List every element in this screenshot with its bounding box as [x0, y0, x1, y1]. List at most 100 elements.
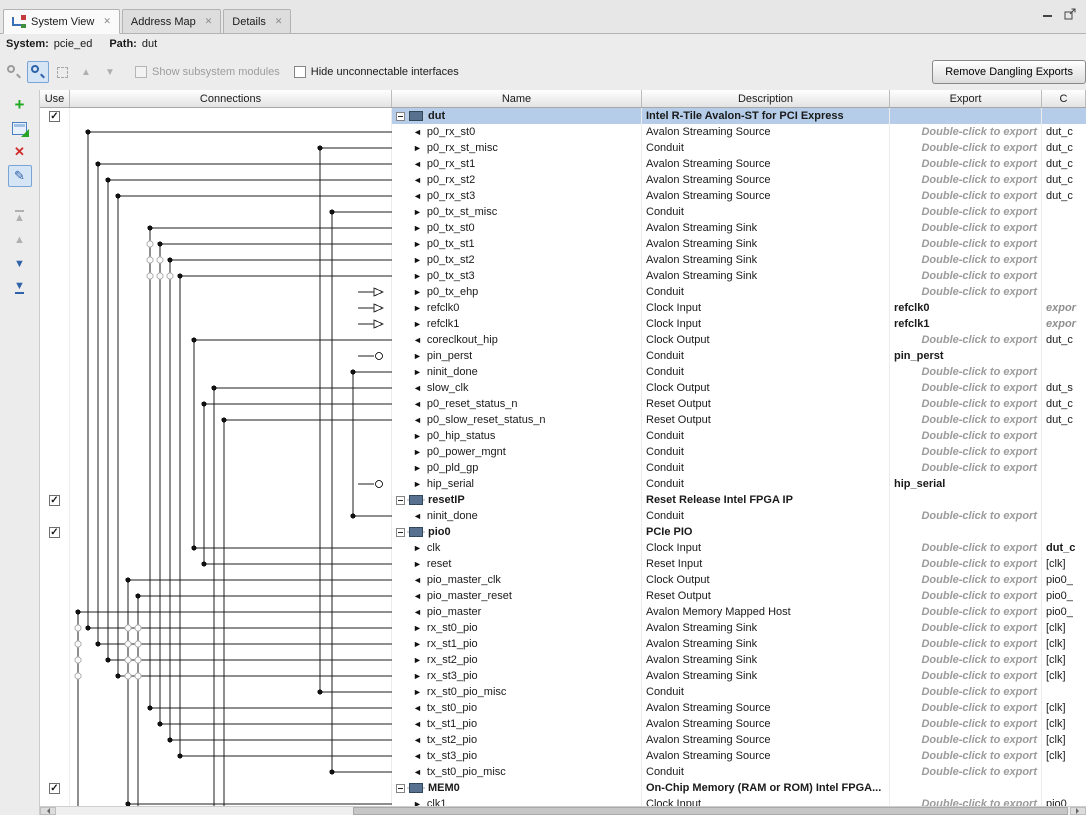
table-row[interactable]: ►clk1Clock InputDouble-click to exportpi… — [40, 796, 1086, 806]
table-row[interactable]: ►p0_tx_st3Avalon Streaming SinkDouble-cl… — [40, 268, 1086, 284]
table-row[interactable]: ✓MEM0On-Chip Memory (RAM or ROM) Intel F… — [40, 780, 1086, 796]
table-row[interactable]: ◄tx_st1_pioAvalon Streaming SourceDouble… — [40, 716, 1086, 732]
tab-close-icon[interactable]: ✕ — [103, 16, 111, 27]
export-placeholder[interactable]: Double-click to export — [890, 236, 1042, 252]
table-row[interactable]: ◄ninit_doneConduitDouble-click to export — [40, 508, 1086, 524]
use-checkbox[interactable]: ✓ — [49, 527, 60, 538]
export-placeholder[interactable]: Double-click to export — [890, 428, 1042, 444]
clock-domain-cell[interactable]: [clk] — [1042, 732, 1086, 748]
table-row[interactable]: ◄tx_st0_pioAvalon Streaming SourceDouble… — [40, 700, 1086, 716]
table-row[interactable]: ◄p0_rx_st0Avalon Streaming SourceDouble-… — [40, 124, 1086, 140]
add-component-icon[interactable]: + — [8, 93, 32, 115]
clock-domain-cell[interactable]: dut_c — [1042, 412, 1086, 428]
export-placeholder[interactable]: Double-click to export — [890, 636, 1042, 652]
clock-domain-cell[interactable]: [clk] — [1042, 652, 1086, 668]
table-row[interactable]: ✓resetIPReset Release Intel FPGA IP — [40, 492, 1086, 508]
export-placeholder[interactable]: Double-click to export — [890, 396, 1042, 412]
scroll-left-icon[interactable] — [40, 807, 56, 815]
clock-domain-cell[interactable]: [clk] — [1042, 620, 1086, 636]
export-placeholder[interactable]: Double-click to export — [890, 588, 1042, 604]
clock-domain-cell[interactable]: dut_c — [1042, 140, 1086, 156]
export-placeholder[interactable]: Double-click to export — [890, 156, 1042, 172]
scroll-right-icon[interactable] — [1070, 807, 1086, 815]
remove-icon[interactable]: ✕ — [8, 141, 32, 163]
table-row[interactable]: ►clkClock InputDouble-click to exportdut… — [40, 540, 1086, 556]
collapse-icon[interactable] — [396, 528, 405, 537]
hide-unconnectable-option[interactable]: Hide unconnectable interfaces — [294, 66, 459, 78]
table-row[interactable]: ◄p0_rx_st3Avalon Streaming SourceDouble-… — [40, 188, 1086, 204]
export-placeholder[interactable]: Double-click to export — [890, 460, 1042, 476]
tab-system-view[interactable]: System View ✕ — [3, 9, 120, 34]
table-row[interactable]: ►rx_st0_pioAvalon Streaming SinkDouble-c… — [40, 620, 1086, 636]
table-row[interactable]: ►rx_st0_pio_miscConduitDouble-click to e… — [40, 684, 1086, 700]
column-header-use[interactable]: Use — [40, 90, 70, 107]
table-row[interactable]: ◄p0_rx_st2Avalon Streaming SourceDouble-… — [40, 172, 1086, 188]
clock-domain-cell[interactable]: pio0_ — [1042, 604, 1086, 620]
export-placeholder[interactable]: Double-click to export — [890, 188, 1042, 204]
table-row[interactable]: ►p0_tx_st2Avalon Streaming SinkDouble-cl… — [40, 252, 1086, 268]
table-row[interactable]: ►p0_hip_statusConduitDouble-click to exp… — [40, 428, 1086, 444]
clock-domain-cell[interactable]: pio0_ — [1042, 588, 1086, 604]
clock-domain-cell[interactable]: dut_s — [1042, 380, 1086, 396]
table-row[interactable]: ►p0_tx_st_miscConduitDouble-click to exp… — [40, 204, 1086, 220]
zoom-in-icon[interactable] — [27, 61, 49, 83]
export-value[interactable]: refclk1 — [890, 316, 1042, 332]
export-value[interactable]: pin_perst — [890, 348, 1042, 364]
column-header-export[interactable]: Export — [890, 90, 1042, 107]
export-placeholder[interactable]: Double-click to export — [890, 668, 1042, 684]
horizontal-scrollbar[interactable] — [40, 806, 1086, 815]
table-row[interactable]: ►rx_st1_pioAvalon Streaming SinkDouble-c… — [40, 636, 1086, 652]
export-value[interactable]: hip_serial — [890, 476, 1042, 492]
export-placeholder[interactable]: Double-click to export — [890, 380, 1042, 396]
table-row[interactable]: ◄tx_st3_pioAvalon Streaming SourceDouble… — [40, 748, 1086, 764]
table-row[interactable]: ◄tx_st0_pio_miscConduitDouble-click to e… — [40, 764, 1086, 780]
clock-domain-cell[interactable]: pio0_ — [1042, 796, 1086, 806]
export-value[interactable]: refclk0 — [890, 300, 1042, 316]
zoom-fit-icon[interactable] — [51, 61, 73, 83]
export-placeholder[interactable]: Double-click to export — [890, 572, 1042, 588]
use-checkbox[interactable]: ✓ — [49, 495, 60, 506]
hide-unconnectable-checkbox[interactable] — [294, 66, 306, 78]
table-row[interactable]: ◄slow_clkClock OutputDouble-click to exp… — [40, 380, 1086, 396]
expand-all-icon[interactable]: ▼ — [99, 61, 121, 83]
collapse-icon[interactable] — [396, 784, 405, 793]
column-header-description[interactable]: Description — [642, 90, 890, 107]
table-row[interactable]: ◄p0_slow_reset_status_nReset OutputDoubl… — [40, 412, 1086, 428]
table-row[interactable]: ◄pio_master_resetReset OutputDouble-clic… — [40, 588, 1086, 604]
table-row[interactable]: ►hip_serialConduithip_serial — [40, 476, 1086, 492]
export-placeholder[interactable]: Double-click to export — [890, 796, 1042, 806]
tab-address-map[interactable]: Address Map ✕ — [122, 9, 221, 33]
export-placeholder[interactable]: Double-click to export — [890, 412, 1042, 428]
zoom-out-icon[interactable] — [3, 61, 25, 83]
table-row[interactable]: ►ninit_doneConduitDouble-click to export — [40, 364, 1086, 380]
table-row[interactable]: ◄pio_masterAvalon Memory Mapped HostDoub… — [40, 604, 1086, 620]
column-header-connections[interactable]: Connections — [70, 90, 392, 107]
table-row[interactable]: ►resetReset InputDouble-click to export[… — [40, 556, 1086, 572]
tab-close-icon[interactable]: ✕ — [275, 16, 283, 27]
export-placeholder[interactable]: Double-click to export — [890, 140, 1042, 156]
collapse-icon[interactable] — [396, 112, 405, 121]
export-placeholder[interactable]: Double-click to export — [890, 620, 1042, 636]
table-row[interactable]: ►p0_tx_ehpConduitDouble-click to export — [40, 284, 1086, 300]
export-placeholder[interactable]: Double-click to export — [890, 172, 1042, 188]
minimize-icon[interactable] — [1043, 15, 1052, 17]
export-placeholder[interactable]: Double-click to export — [890, 444, 1042, 460]
move-up-icon[interactable]: ▲ — [8, 229, 32, 251]
export-placeholder[interactable]: Double-click to export — [890, 220, 1042, 236]
export-placeholder[interactable]: Double-click to export — [890, 716, 1042, 732]
column-header-name[interactable]: Name — [392, 90, 642, 107]
table-row[interactable]: ►rx_st3_pioAvalon Streaming SinkDouble-c… — [40, 668, 1086, 684]
clock-domain-cell[interactable]: [clk] — [1042, 700, 1086, 716]
export-cell[interactable] — [890, 108, 1042, 124]
table-row[interactable]: ►pin_perstConduitpin_perst — [40, 348, 1086, 364]
show-subsystem-checkbox[interactable] — [135, 66, 147, 78]
table-row[interactable]: ►p0_pld_gpConduitDouble-click to export — [40, 460, 1086, 476]
clock-domain-cell[interactable]: [clk] — [1042, 556, 1086, 572]
table-row[interactable]: ►p0_tx_st1Avalon Streaming SinkDouble-cl… — [40, 236, 1086, 252]
export-cell[interactable] — [890, 492, 1042, 508]
export-placeholder[interactable]: Double-click to export — [890, 684, 1042, 700]
export-placeholder[interactable]: Double-click to export — [890, 604, 1042, 620]
export-cell[interactable] — [890, 524, 1042, 540]
clock-domain-cell[interactable]: [clk] — [1042, 716, 1086, 732]
float-window-icon[interactable] — [1064, 8, 1076, 23]
